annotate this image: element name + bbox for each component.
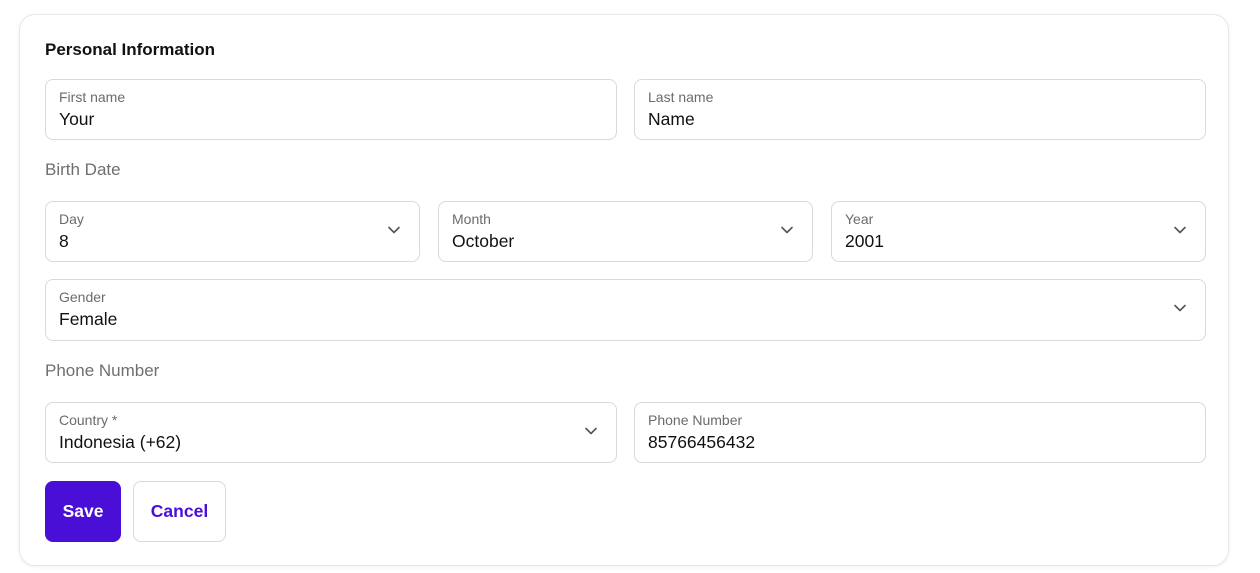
country-label: Country * (59, 412, 118, 428)
chevron-down-icon[interactable] (781, 226, 793, 234)
birth-date-label: Birth Date (45, 160, 121, 179)
chevron-down-icon[interactable] (1174, 226, 1186, 234)
phone-number-field[interactable]: Phone Number 85766456432 (634, 402, 1206, 463)
last-name-field[interactable]: Last name Name (634, 79, 1206, 140)
month-select[interactable]: Month October (438, 201, 813, 262)
gender-select[interactable]: Gender Female (45, 279, 1206, 341)
gender-value: Female (59, 309, 118, 329)
day-label: Day (59, 211, 84, 227)
phone-number-section-label: Phone Number (45, 361, 160, 380)
chevron-down-icon[interactable] (388, 226, 400, 234)
month-value: October (452, 231, 515, 251)
chevron-down-icon[interactable] (585, 427, 597, 435)
chevron-down-icon[interactable] (1174, 304, 1186, 312)
year-label: Year (845, 211, 874, 227)
year-select[interactable]: Year 2001 (831, 201, 1206, 262)
phone-number-label: Phone Number (648, 412, 743, 428)
gender-label: Gender (59, 289, 106, 305)
country-value: Indonesia (+62) (59, 432, 182, 452)
save-button[interactable]: Save (45, 481, 121, 542)
country-select[interactable]: Country * Indonesia (+62) (45, 402, 617, 463)
last-name-value[interactable]: Name (648, 109, 695, 130)
phone-number-value[interactable]: 85766456432 (648, 432, 755, 453)
first-name-field[interactable]: First name Your (45, 79, 617, 140)
cancel-button[interactable]: Cancel (133, 481, 226, 542)
year-value: 2001 (845, 231, 884, 251)
day-value: 8 (59, 231, 69, 251)
month-label: Month (452, 211, 491, 227)
day-select[interactable]: Day 8 (45, 201, 420, 262)
last-name-label: Last name (648, 89, 714, 105)
form-title: Personal Information (45, 40, 216, 59)
first-name-value[interactable]: Your (59, 109, 94, 130)
first-name-label: First name (59, 89, 126, 105)
